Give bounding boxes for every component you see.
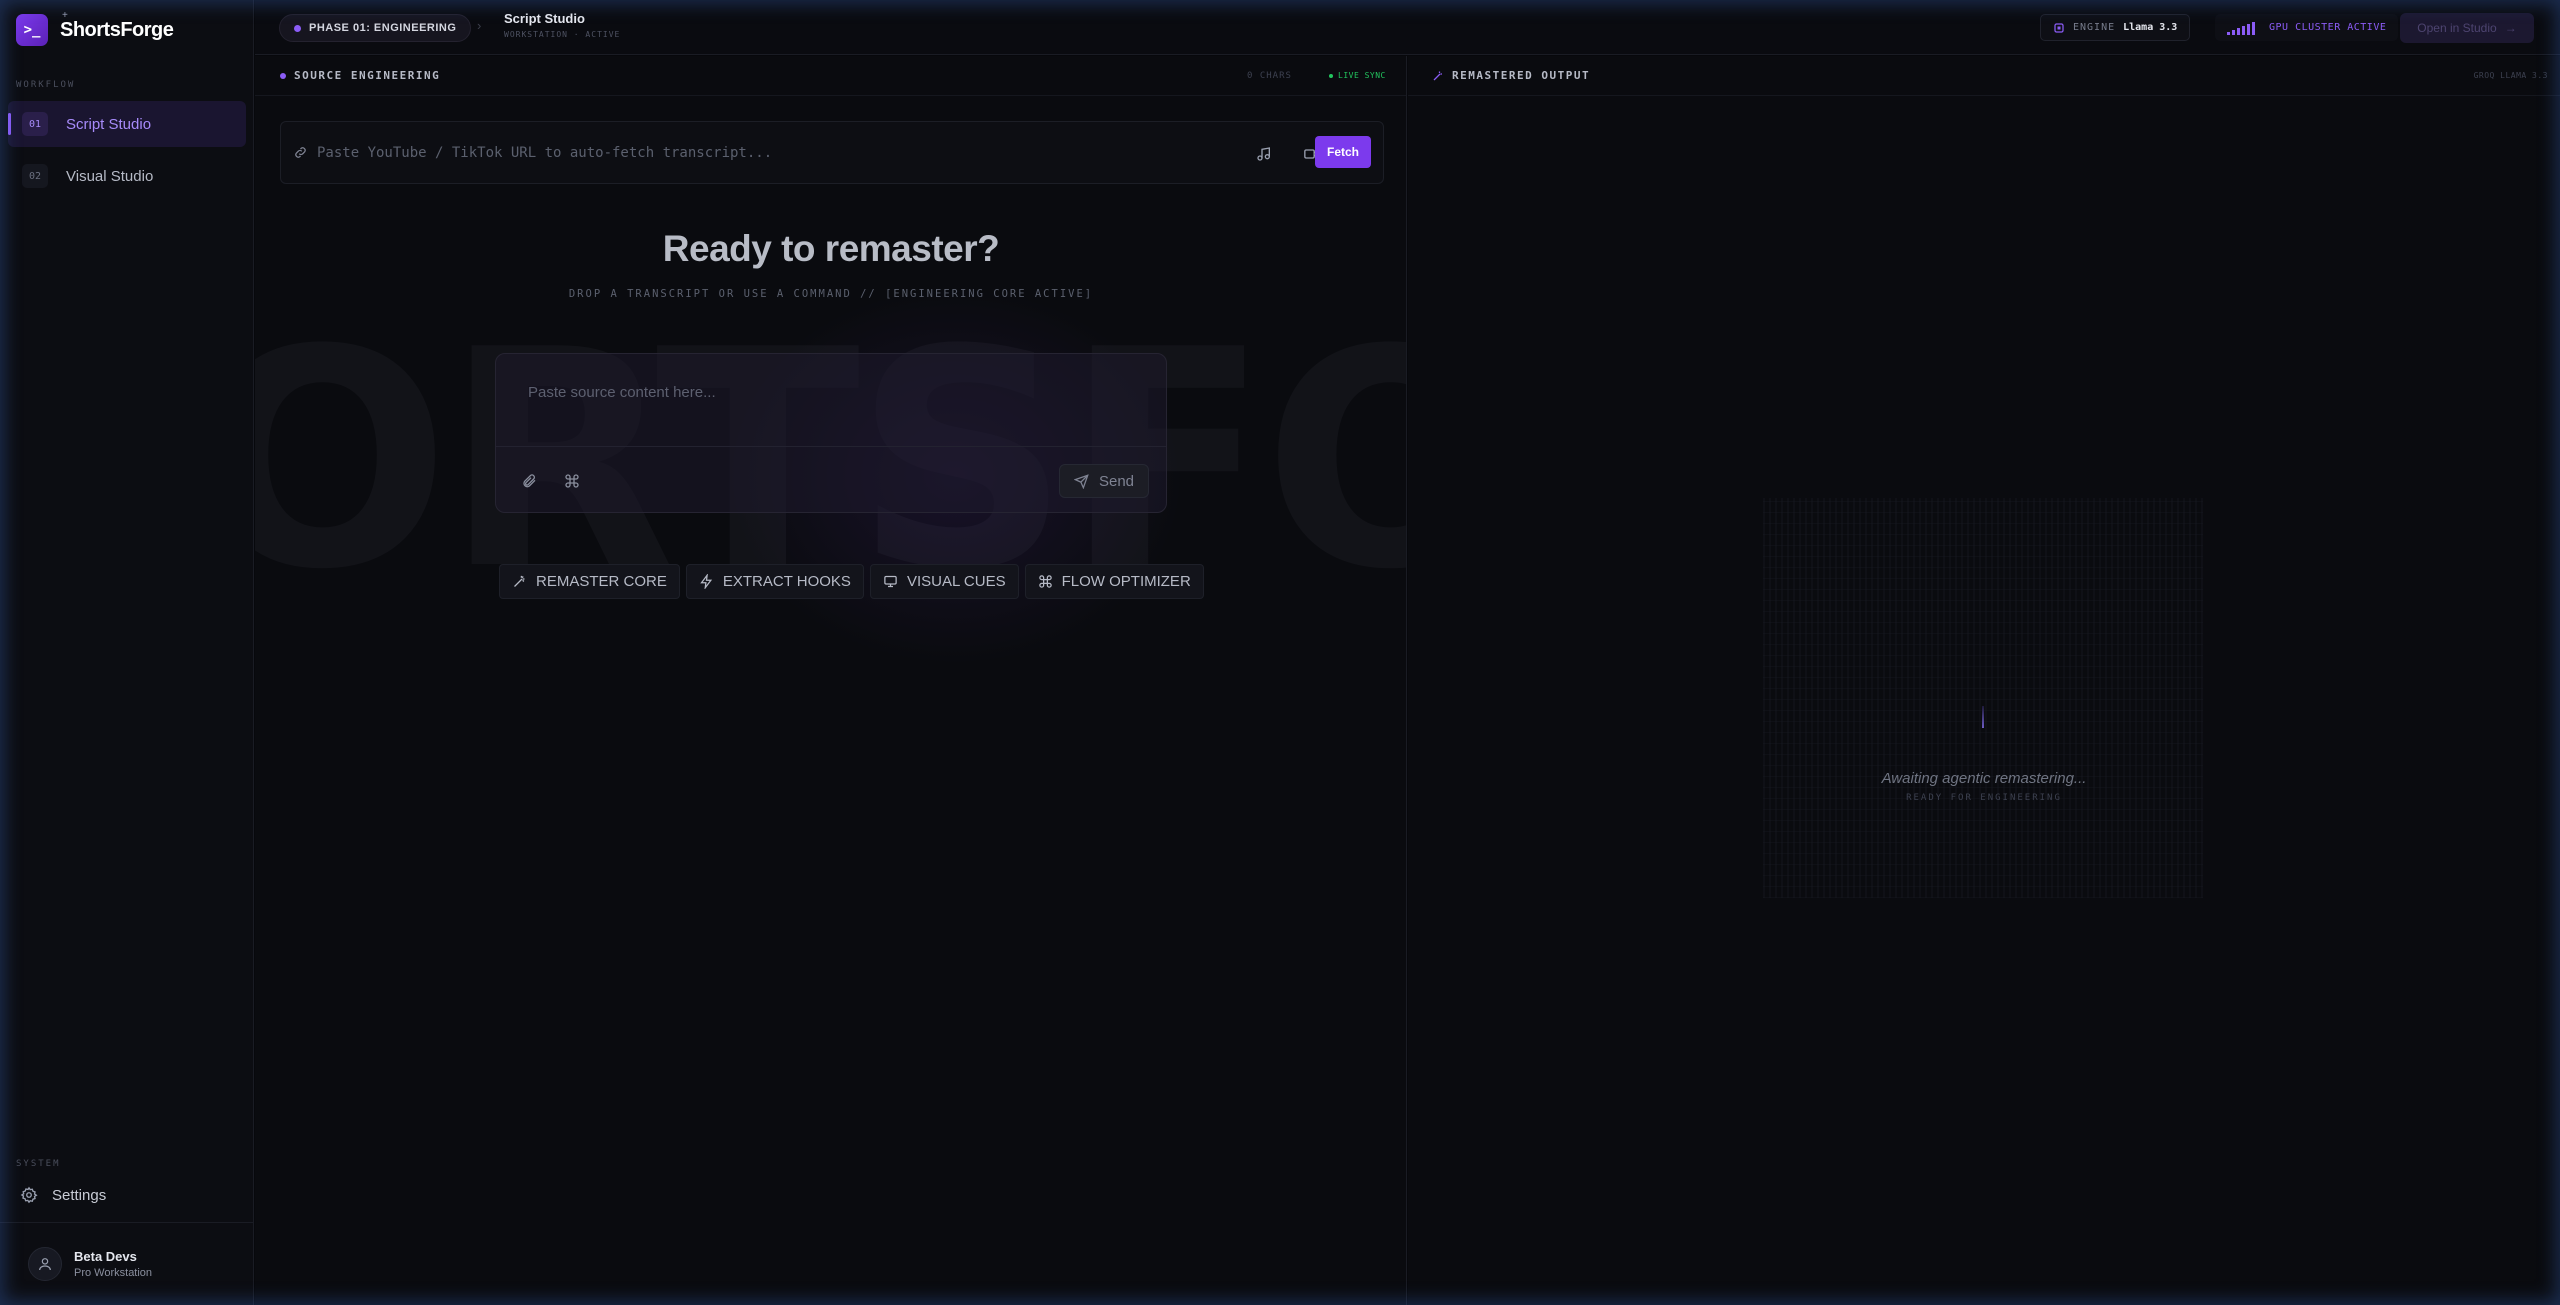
chevron-right-icon: › bbox=[477, 18, 482, 33]
brand-name: ShortsForge bbox=[60, 18, 174, 41]
paperclip-icon[interactable] bbox=[521, 473, 537, 489]
brand-spark-icon: + bbox=[62, 10, 68, 21]
status-dot-icon bbox=[280, 72, 286, 79]
nav-number: 02 bbox=[22, 164, 48, 188]
hero-title: Ready to remaster? bbox=[662, 228, 1000, 269]
engine-selector[interactable]: ENGINE Llama 3.3 bbox=[2040, 14, 2191, 41]
workflow-section-label: WORKFLOW bbox=[16, 80, 76, 90]
url-input[interactable]: Paste YouTube / TikTok URL to auto-fetch… bbox=[317, 145, 772, 161]
open-in-studio-button[interactable]: Open in Studio → bbox=[2400, 13, 2534, 43]
sidebar: >_ + ShortsForge WORKFLOW 01 Script Stud… bbox=[0, 0, 254, 1305]
sidebar-item-label: Visual Studio bbox=[66, 167, 154, 185]
user-icon bbox=[39, 1258, 51, 1271]
action-label: FLOW OPTIMIZER bbox=[1061, 573, 1191, 590]
phase-label: PHASE 01: ENGINEERING bbox=[309, 22, 457, 34]
extract-hooks-button[interactable]: EXTRACT HOOKS bbox=[685, 564, 864, 599]
output-panel-title: REMASTERED OUTPUT bbox=[1452, 69, 1591, 82]
signal-bars-icon bbox=[2227, 21, 2255, 35]
char-count: 0 CHARS bbox=[1247, 70, 1292, 81]
lightning-icon bbox=[700, 574, 712, 589]
page-title: Script Studio bbox=[504, 11, 585, 26]
sparkle-wand-icon bbox=[1432, 70, 1444, 82]
hero-subtitle: DROP A TRANSCRIPT OR USE A COMMAND // [E… bbox=[568, 288, 1094, 300]
quick-actions: REMASTER CORE EXTRACT HOOKS VISUAL CUES … bbox=[499, 564, 1204, 599]
link-icon bbox=[293, 145, 308, 160]
nav-number: 01 bbox=[22, 112, 48, 136]
gear-icon bbox=[20, 1186, 38, 1204]
phase-dot-icon bbox=[294, 24, 301, 32]
model-badge: GROQ LLAMA 3.3 bbox=[2473, 71, 2548, 80]
engine-label: ENGINE bbox=[2073, 22, 2116, 33]
send-icon bbox=[1073, 473, 1089, 489]
live-sync-label: LIVE SYNC bbox=[1338, 71, 1386, 80]
command-icon bbox=[1038, 575, 1052, 588]
live-sync-badge: LIVE SYNC bbox=[1329, 71, 1386, 80]
brand-logo-icon: >_ bbox=[16, 14, 48, 46]
brand[interactable]: >_ + ShortsForge bbox=[16, 10, 174, 46]
breadcrumb: Script Studio WORKSTATION · ACTIVE bbox=[504, 11, 620, 39]
awaiting-status: Awaiting agentic remastering... bbox=[1881, 770, 2087, 787]
send-button[interactable]: Send bbox=[1059, 464, 1149, 498]
user-role: Pro Workstation bbox=[74, 1267, 153, 1279]
output-panel-header: REMASTERED OUTPUT GROQ LLAMA 3.3 bbox=[1408, 56, 2560, 96]
phase-badge: PHASE 01: ENGINEERING bbox=[279, 14, 472, 42]
gpu-status-label: GPU CLUSTER ACTIVE bbox=[2269, 22, 2387, 33]
action-label: EXTRACT HOOKS bbox=[722, 573, 851, 590]
fetch-button[interactable]: Fetch bbox=[1315, 136, 1371, 168]
page-subtitle: WORKSTATION · ACTIVE bbox=[504, 30, 621, 39]
engine-value: Llama 3.3 bbox=[2123, 22, 2178, 33]
composer-box: Paste source content here... Send bbox=[495, 353, 1167, 513]
live-dot-icon bbox=[1329, 73, 1333, 78]
music-note-icon[interactable] bbox=[1256, 146, 1272, 162]
send-label: Send bbox=[1098, 472, 1135, 490]
sidebar-item-label: Script Studio bbox=[66, 115, 152, 133]
cursor-indicator bbox=[1982, 706, 1984, 728]
arrow-right-icon: → bbox=[2504, 21, 2517, 35]
composer-divider bbox=[496, 446, 1166, 447]
ready-status: READY FOR ENGINEERING bbox=[1906, 793, 2062, 803]
sidebar-item-script-studio[interactable]: 01 Script Studio bbox=[8, 101, 246, 147]
monitor-icon bbox=[884, 575, 897, 588]
remaster-core-button[interactable]: REMASTER CORE bbox=[499, 564, 680, 599]
user-name: Beta Devs bbox=[74, 1249, 137, 1264]
gpu-status: GPU CLUSTER ACTIVE bbox=[2215, 14, 2399, 41]
source-panel-title: SOURCE ENGINEERING bbox=[294, 69, 441, 82]
flow-optimizer-button[interactable]: FLOW OPTIMIZER bbox=[1024, 564, 1204, 599]
source-engineering-panel: ORTSFOR SOURCE ENGINEERING 0 CHARS LIVE … bbox=[255, 56, 1407, 1305]
user-profile[interactable]: Beta Devs Pro Workstation bbox=[0, 1222, 254, 1305]
settings-button[interactable]: Settings bbox=[20, 1186, 106, 1204]
action-label: REMASTER CORE bbox=[536, 573, 667, 590]
visual-cues-button[interactable]: VISUAL CUES bbox=[869, 564, 1019, 599]
remastered-output-panel: REMASTERED OUTPUT GROQ LLAMA 3.3 Awaitin… bbox=[1408, 56, 2560, 1305]
magic-wand-icon bbox=[514, 575, 525, 587]
settings-label: Settings bbox=[52, 1186, 107, 1204]
open-in-studio-label: Open in Studio bbox=[2417, 21, 2497, 35]
source-content-input[interactable]: Paste source content here... bbox=[528, 384, 716, 401]
action-label: VISUAL CUES bbox=[906, 573, 1006, 590]
source-panel-header: SOURCE ENGINEERING 0 CHARS LIVE SYNC bbox=[255, 56, 1406, 96]
top-bar: PHASE 01: ENGINEERING › Script Studio WO… bbox=[255, 0, 2560, 55]
sidebar-item-visual-studio[interactable]: 02 Visual Studio bbox=[8, 153, 246, 199]
avatar bbox=[28, 1247, 62, 1281]
system-section-label: SYSTEM bbox=[16, 1159, 61, 1169]
matrix-background bbox=[1763, 498, 2203, 898]
url-fetch-bar: Paste YouTube / TikTok URL to auto-fetch… bbox=[280, 121, 1384, 184]
cpu-icon bbox=[2054, 22, 2064, 33]
command-icon[interactable] bbox=[564, 473, 580, 489]
